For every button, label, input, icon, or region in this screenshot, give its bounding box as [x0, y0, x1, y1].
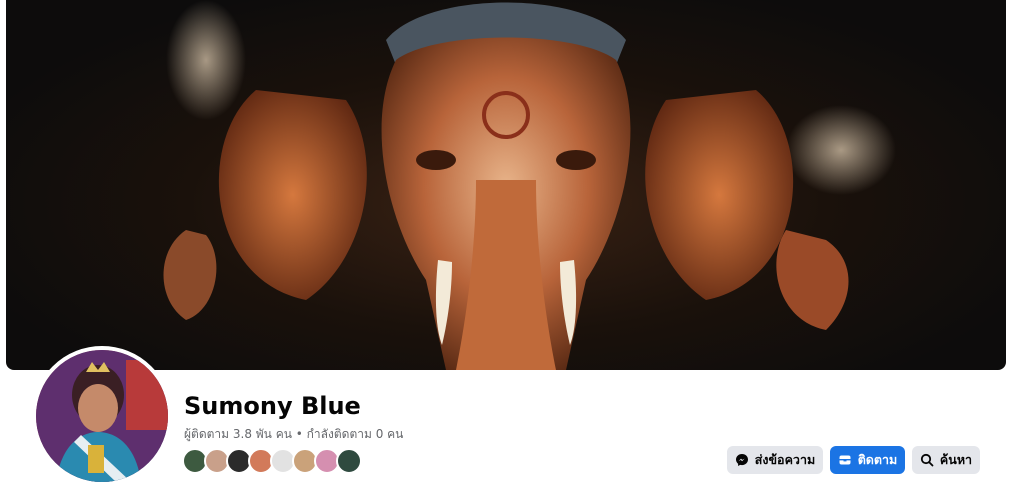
cover-photo[interactable]	[6, 0, 1006, 370]
search-icon	[920, 453, 934, 467]
follower-stats[interactable]: ผู้ติดตาม 3.8 พัน คน • กำลังติดตาม 0 คน	[184, 425, 403, 444]
mutual-friends-avatars[interactable]	[182, 448, 362, 474]
search-button[interactable]: ค้นหา	[912, 446, 980, 474]
search-label: ค้นหา	[939, 452, 973, 467]
messenger-icon	[735, 453, 749, 467]
follow-icon	[838, 453, 852, 467]
follow-button[interactable]: ติดตาม	[830, 446, 905, 474]
profile-avatar[interactable]	[32, 346, 172, 486]
profile-page: Sumony Blue ผู้ติดตาม 3.8 พัน คน • กำลัง…	[0, 0, 1009, 499]
follow-label: ติดตาม	[857, 452, 898, 467]
profile-name: Sumony Blue	[184, 392, 361, 420]
message-label: ส่งข้อความ	[754, 452, 816, 467]
ganesha-artwork	[163, 0, 896, 370]
message-button[interactable]: ส่งข้อความ	[727, 446, 823, 474]
avatar-photo	[36, 350, 168, 482]
friend-avatar[interactable]	[336, 448, 362, 474]
